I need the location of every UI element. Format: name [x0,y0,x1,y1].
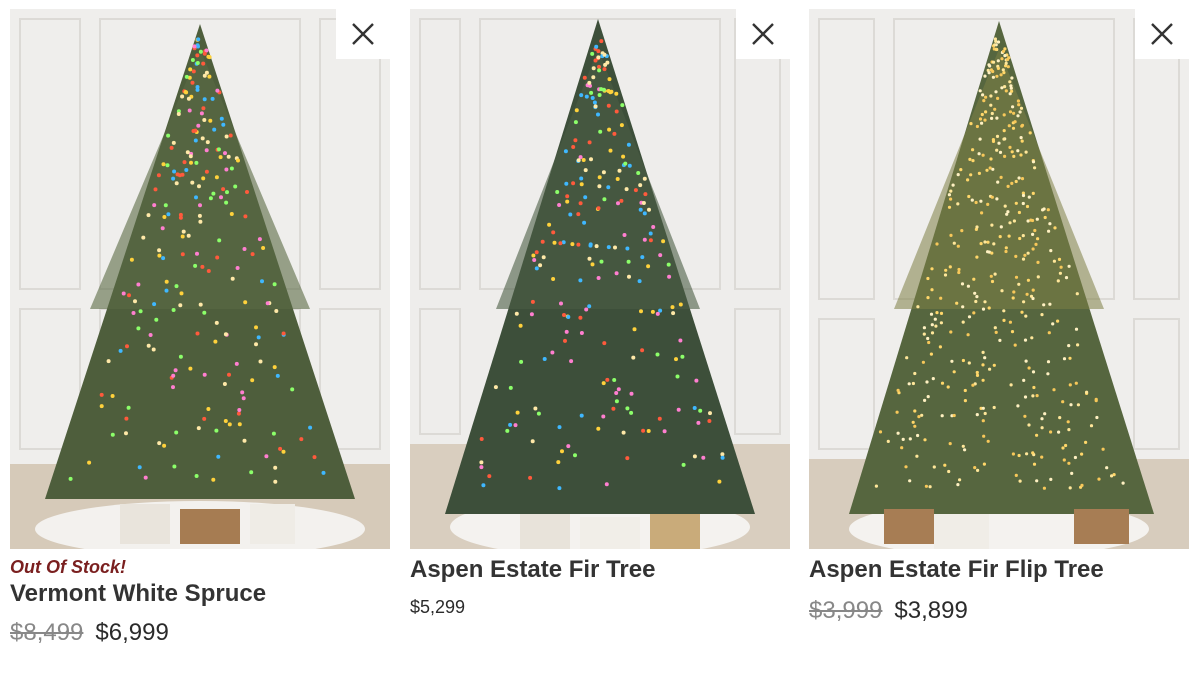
product-name[interactable]: Vermont White Spruce [10,579,266,609]
product-card: Aspen Estate Fir Flip Tree $3,999 $3,899 [809,9,1189,625]
close-icon [752,23,774,45]
remove-button[interactable] [736,9,790,59]
product-card: Out Of Stock! Vermont White Spruce $8,49… [10,9,390,647]
price-row: $5,299 [410,597,790,618]
remove-button[interactable] [1135,9,1189,59]
sale-price: $3,899 [894,597,968,624]
original-price: $3,999 [809,597,883,624]
product-name[interactable]: Aspen Estate Fir Tree [410,555,655,585]
original-price: $8,499 [10,619,84,646]
price-row: $8,499 $6,999 [10,619,390,647]
product-name[interactable]: Aspen Estate Fir Flip Tree [809,555,1104,585]
price-row: $3,999 $3,899 [809,597,1189,625]
close-icon [1151,23,1173,45]
close-icon [352,23,374,45]
remove-button[interactable] [336,9,390,59]
product-info: Aspen Estate Fir Tree $5,299 [410,549,790,618]
price: $5,299 [410,597,466,617]
tree-image [10,9,390,549]
product-info: Out Of Stock! Vermont White Spruce $8,49… [10,549,390,647]
tree-image [410,9,790,549]
stock-status: Out Of Stock! [10,557,126,577]
product-info: Aspen Estate Fir Flip Tree $3,999 $3,899 [809,549,1189,625]
tree-image [809,9,1189,549]
product-image[interactable] [410,9,790,549]
product-image[interactable] [809,9,1189,549]
product-card: Aspen Estate Fir Tree $5,299 [410,9,790,618]
product-image[interactable] [10,9,390,549]
sale-price: $6,999 [95,619,169,646]
